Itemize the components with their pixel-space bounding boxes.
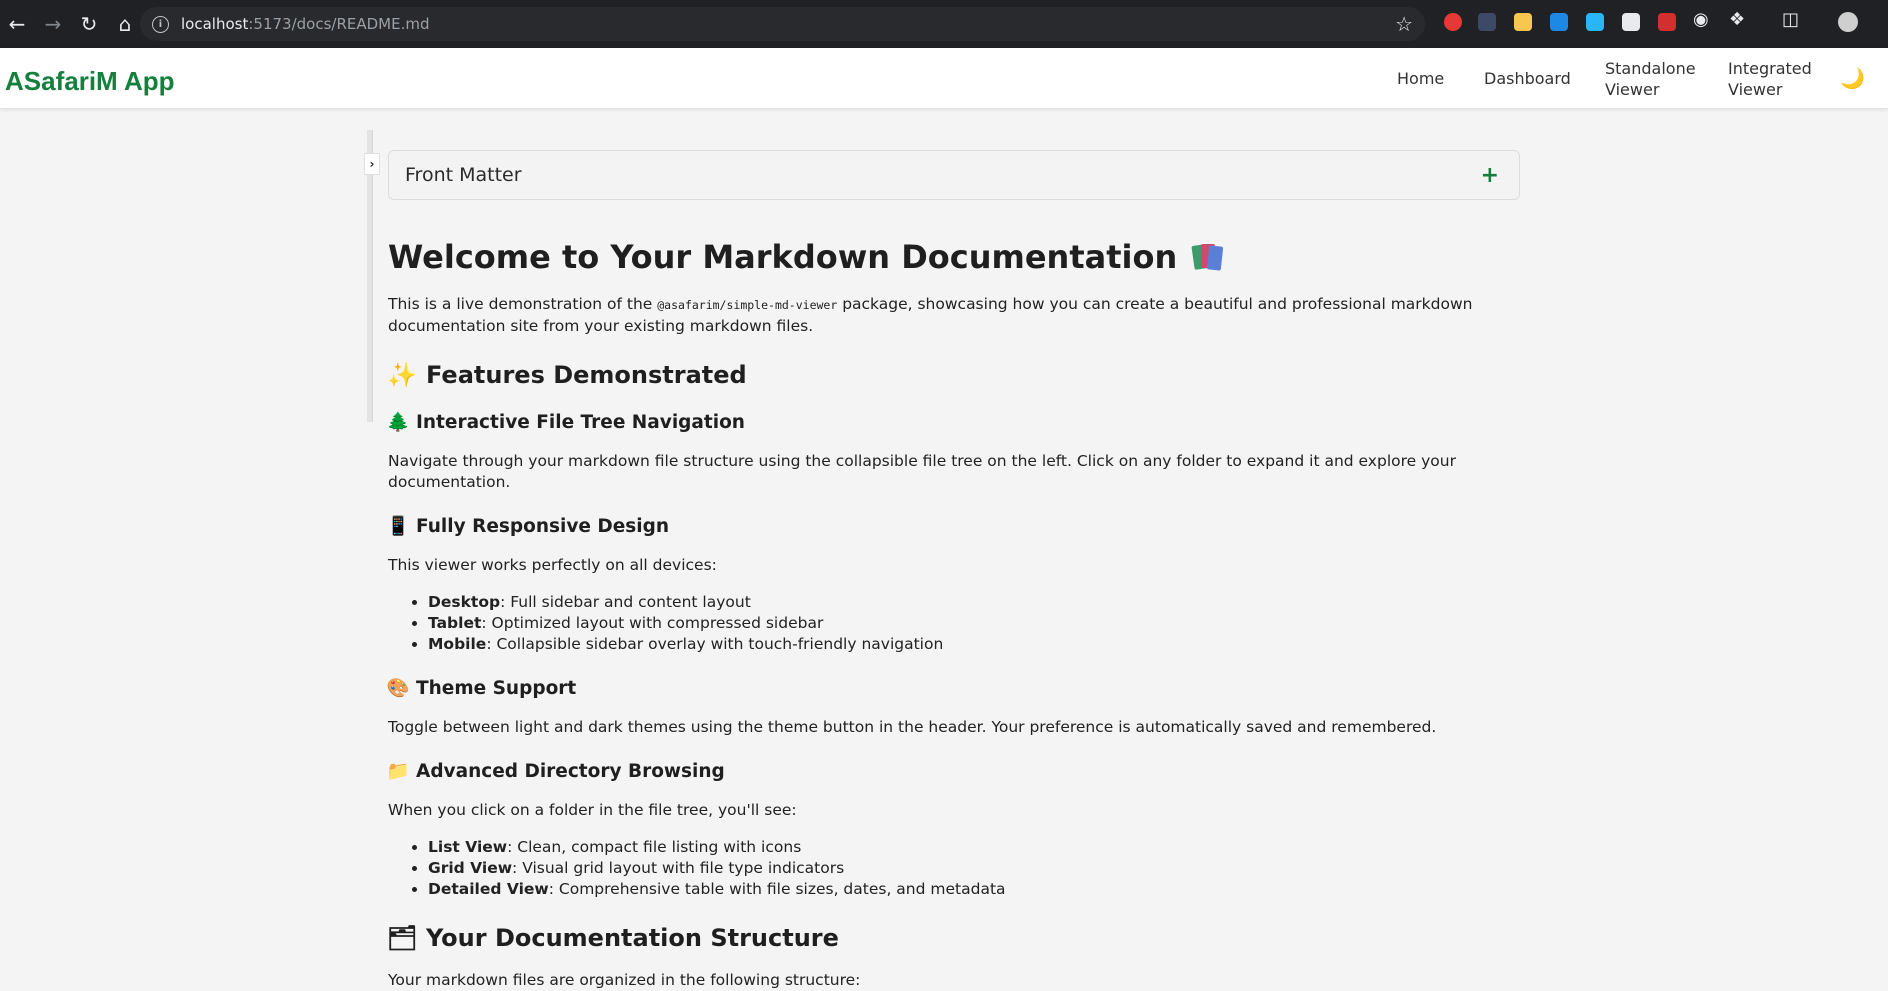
palette-icon: 🎨: [386, 678, 410, 699]
front-matter-panel[interactable]: Front Matter +: [388, 150, 1520, 200]
brand-logo[interactable]: ASafariM App: [5, 66, 175, 97]
extension-yellow-icon[interactable]: [1514, 13, 1532, 31]
device-list: Desktop: Full sidebar and content layout…: [388, 592, 1520, 655]
markdown-content: Front Matter + Welcome to Your Markdown …: [386, 150, 1520, 991]
nav-standalone-viewer[interactable]: Standalone Viewer: [1605, 58, 1696, 100]
directory-paragraph: When you click on a folder in the file t…: [388, 801, 797, 819]
list-item: Desktop: Full sidebar and content layout: [428, 592, 1520, 613]
extension-white-icon[interactable]: [1622, 13, 1640, 31]
list-item: Detailed View: Comprehensive table with …: [428, 879, 1520, 900]
reading-list-icon[interactable]: ◫: [1782, 9, 1799, 30]
nav-integrated-viewer[interactable]: Integrated Viewer: [1728, 58, 1812, 100]
responsive-heading: 📱 Fully Responsive Design: [386, 515, 670, 538]
moon-icon[interactable]: 🌙: [1840, 66, 1865, 90]
site-info-icon[interactable]: i: [152, 15, 169, 33]
extension-red-square-icon[interactable]: [1658, 13, 1676, 31]
theme-heading: 🎨 Theme Support: [386, 677, 577, 700]
structure-heading: 🗂 Your Documentation Structure: [386, 924, 839, 952]
reload-icon[interactable]: ↻: [72, 7, 106, 41]
books-icon: [1191, 242, 1224, 272]
package-code: @asafarim/simple-md-viewer: [657, 298, 838, 312]
nav-home[interactable]: Home: [1397, 68, 1444, 89]
extension-cyan-icon[interactable]: [1586, 13, 1604, 31]
back-icon[interactable]: ←: [0, 7, 34, 41]
structure-paragraph: Your markdown files are organized in the…: [388, 971, 861, 989]
app-header: ASafariM App Home Dashboard Standalone Vi…: [0, 48, 1888, 109]
home-icon[interactable]: ⌂: [108, 7, 142, 41]
responsive-paragraph: This viewer works perfectly on all devic…: [388, 556, 717, 574]
chevron-right-icon[interactable]: ›: [364, 153, 380, 175]
browser-toolbar: ← → ↻ ⌂ i localhost:5173/docs/README.md …: [0, 0, 1888, 48]
profile-avatar[interactable]: [1838, 12, 1858, 32]
features-heading: ✨ Features Demonstrated: [387, 361, 747, 389]
intro-paragraph: This is a live demonstration of the @asa…: [388, 295, 1473, 335]
bookmark-star-icon[interactable]: ☆: [1395, 12, 1413, 36]
camera-icon[interactable]: ◉: [1693, 9, 1709, 30]
view-list: List View: Clean, compact file listing w…: [388, 837, 1520, 900]
theme-paragraph: Toggle between light and dark themes usi…: [388, 718, 1437, 736]
list-item: List View: Clean, compact file listing w…: [428, 837, 1520, 858]
folder-icon: 📁: [386, 761, 410, 782]
mobile-phone-icon: 📱: [386, 516, 410, 537]
file-tree-heading: 🌲 Interactive File Tree Navigation: [386, 411, 745, 434]
sparkles-icon: ✨: [387, 361, 417, 389]
card-index-icon: 🗂: [386, 924, 418, 952]
front-matter-title: Front Matter: [405, 164, 522, 186]
page-title: Welcome to Your Markdown Documentation: [388, 238, 1520, 276]
extension-red-icon[interactable]: [1444, 13, 1462, 31]
nav-dashboard[interactable]: Dashboard: [1484, 68, 1571, 89]
expand-plus-icon[interactable]: +: [1481, 163, 1499, 188]
forward-icon[interactable]: →: [36, 7, 70, 41]
list-item: Mobile: Collapsible sidebar overlay with…: [428, 634, 1520, 655]
url-text: localhost:5173/docs/README.md: [181, 15, 430, 33]
list-item: Grid View: Visual grid layout with file …: [428, 858, 1520, 879]
puzzle-icon[interactable]: ❖: [1729, 9, 1745, 30]
file-tree-paragraph: Navigate through your markdown file stru…: [388, 452, 1456, 491]
extension-blue-icon[interactable]: [1550, 13, 1568, 31]
tree-icon: 🌲: [386, 412, 410, 433]
extension-dots-icon[interactable]: [1478, 13, 1496, 31]
directory-heading: 📁 Advanced Directory Browsing: [386, 760, 725, 783]
address-bar[interactable]: i localhost:5173/docs/README.md ☆: [140, 7, 1425, 41]
list-item: Tablet: Optimized layout with compressed…: [428, 613, 1520, 634]
